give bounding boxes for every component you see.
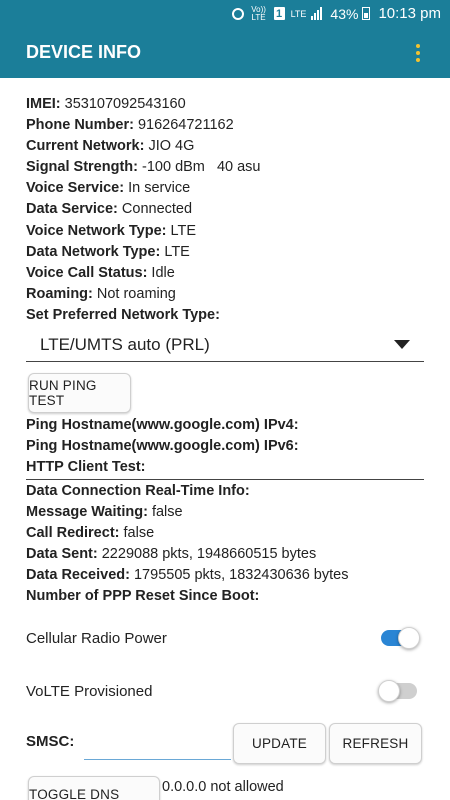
info-row: Data Service: Connected	[26, 199, 426, 220]
cellular-radio-power-toggle[interactable]	[378, 627, 420, 649]
realtime-row-label: Data Received:	[26, 567, 130, 584]
info-row-value: -100 dBm 40 asu	[137, 159, 261, 176]
info-row-label: Roaming:	[26, 285, 93, 302]
ping-row: HTTP Client Test:	[26, 457, 424, 478]
dropdown-arrow-icon	[394, 340, 410, 349]
info-row-value: LTE	[160, 243, 190, 260]
ping-row: Ping Hostname(www.google.com) IPv6:	[26, 436, 424, 457]
preferred-network-dropdown[interactable]: LTE/UMTS auto (PRL)	[26, 330, 424, 362]
realtime-row: Data Connection Real-Time Info:	[26, 481, 426, 502]
volte-provisioned-row: VoLTE Provisioned	[26, 676, 424, 706]
toggle-dns-check-button[interactable]: TOGGLE DNS CHECK	[28, 776, 160, 800]
realtime-row-value: false	[147, 504, 183, 521]
divider	[26, 479, 424, 480]
realtime-row: Call Redirect: false	[26, 523, 426, 544]
overflow-menu-icon[interactable]	[416, 44, 420, 62]
refresh-button[interactable]: REFRESH	[329, 723, 422, 764]
info-row-label: Phone Number:	[26, 117, 134, 134]
ping-row-label: Ping Hostname(www.google.com) IPv6:	[26, 438, 299, 455]
realtime-row: Message Waiting: false	[26, 502, 426, 523]
ping-row-label: HTTP Client Test:	[26, 459, 146, 476]
volte-provisioned-label: VoLTE Provisioned	[26, 682, 153, 700]
info-row: Roaming: Not roaming	[26, 284, 426, 305]
alarm-icon	[231, 7, 244, 20]
sim-card-icon: 1	[273, 7, 285, 20]
info-row-value: 353107092543160	[60, 96, 186, 112]
info-row: Set Preferred Network Type:	[26, 305, 426, 326]
realtime-row-label: Message Waiting:	[26, 504, 148, 521]
realtime-row-label: Data Sent:	[26, 546, 98, 563]
realtime-row: Data Sent: 2229088 pkts, 1948660515 byte…	[26, 544, 426, 565]
info-row: Voice Network Type: LTE	[26, 221, 426, 242]
realtime-row-label: Data Connection Real-Time Info:	[26, 483, 250, 499]
realtime-row: Data Received: 1795505 pkts, 1832430636 …	[26, 565, 426, 586]
info-row-label: Set Preferred Network Type:	[26, 306, 220, 323]
volte-provisioned-toggle[interactable]	[378, 680, 420, 702]
page-title: DEVICE INFO	[26, 42, 142, 62]
info-row: Phone Number: 916264721162	[26, 115, 426, 136]
info-row-label: Voice Service:	[26, 180, 125, 197]
realtime-row-value: 1795505 pkts, 1832430636 bytes	[129, 567, 349, 584]
info-row-value: Idle	[147, 264, 175, 281]
volte-icon: Vo)) LTE	[251, 4, 266, 22]
signal-strength-icon	[311, 7, 323, 20]
update-button[interactable]: UPDATE	[233, 723, 326, 764]
info-row-label: Data Service:	[26, 201, 118, 218]
realtime-row: Number of PPP Reset Since Boot:	[26, 586, 426, 607]
info-row: Current Network: JIO 4G	[26, 136, 426, 157]
info-row-value: Connected	[117, 201, 193, 218]
info-row-value: JIO 4G	[144, 138, 195, 155]
smsc-input[interactable]	[84, 730, 231, 760]
realtime-row-label: Number of PPP Reset Since Boot:	[26, 588, 260, 605]
cellular-radio-power-label: Cellular Radio Power	[26, 629, 167, 647]
info-row: Signal Strength: -100 dBm 40 asu	[26, 157, 426, 178]
info-row-label: Signal Strength:	[26, 159, 138, 176]
ping-results: Ping Hostname(www.google.com) IPv4: Ping …	[26, 415, 424, 478]
info-row: Voice Call Status: Idle	[26, 263, 426, 284]
dns-status: 0.0.0.0 not allowed	[162, 779, 284, 795]
info-row-value: 916264721162	[133, 117, 234, 134]
info-row: IMEI: 353107092543160	[26, 94, 426, 115]
info-row-label: Voice Call Status:	[26, 264, 148, 281]
info-row: Voice Service: In service	[26, 178, 426, 199]
status-time: 10:13 pm	[378, 5, 441, 22]
info-row-label: Data Network Type:	[26, 243, 161, 260]
run-ping-test-button[interactable]: RUN PING TEST	[28, 373, 131, 413]
realtime-row-value: 2229088 pkts, 1948660515 bytes	[97, 546, 317, 563]
info-row-label: Current Network:	[26, 138, 145, 155]
cellular-radio-power-row: Cellular Radio Power	[26, 623, 424, 653]
lte-icon: LTE	[290, 8, 307, 19]
device-info-list: IMEI: 353107092543160 Phone Number: 91626…	[26, 94, 426, 326]
preferred-network-value: LTE/UMTS auto (PRL)	[40, 335, 210, 354]
realtime-row-label: Call Redirect:	[26, 525, 120, 542]
ping-row: Ping Hostname(www.google.com) IPv4:	[26, 415, 424, 436]
info-row-value: LTE	[166, 222, 197, 239]
realtime-row-value: false	[119, 525, 155, 542]
info-row-value: Not roaming	[92, 285, 176, 302]
info-row: Data Network Type: LTE	[26, 242, 426, 263]
battery-icon	[362, 7, 371, 20]
status-bar: Vo)) LTE 1 LTE 43% 10:13 pm	[0, 0, 450, 27]
app-bar: DEVICE INFO	[0, 27, 450, 78]
realtime-info-list: Data Connection Real-Time Info: Message W…	[26, 481, 426, 608]
info-row-value: In service	[124, 180, 191, 197]
info-row-label: IMEI:	[26, 96, 61, 112]
smsc-label: SMSC:	[26, 733, 75, 750]
info-row-label: Voice Network Type:	[26, 222, 167, 239]
battery-percent: 43%	[330, 5, 359, 22]
ping-row-label: Ping Hostname(www.google.com) IPv4:	[26, 417, 299, 433]
